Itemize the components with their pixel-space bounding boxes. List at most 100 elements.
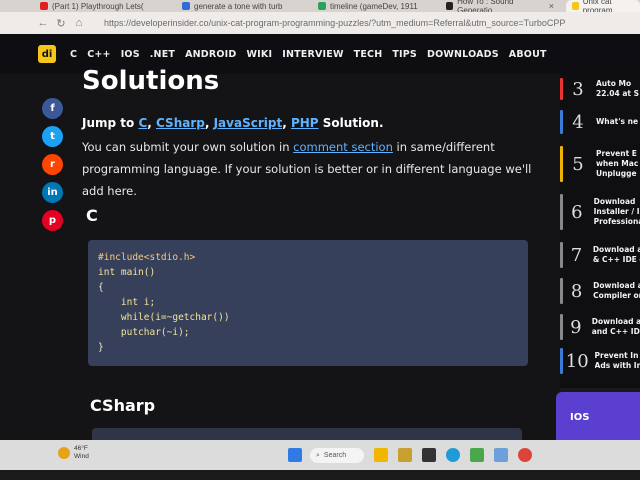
code-line: int main() [98,267,156,278]
post-title: Download a Compiler on [593,281,640,301]
tab-label: How To : Sound Generatio [457,0,514,12]
post-title-line: Unplugge [596,169,637,178]
windows-start-icon[interactable] [288,448,302,462]
jump-link-javascript[interactable]: JavaScript [214,116,283,130]
nav-link-wiki[interactable]: WIKI [247,49,273,60]
code-line: int i; [98,297,156,308]
post-title-line: Prevent In [594,351,639,360]
sidebar-post[interactable]: 3 Auto Mo 22.04 at S [560,76,640,102]
intro-paragraph: You can submit your own solution in comm… [82,136,532,202]
nav-link-android[interactable]: ANDROID [185,49,236,60]
search-label: Search [323,452,347,459]
terminal-icon[interactable] [422,448,436,462]
sidebar-post[interactable]: 8 Download a Compiler on [560,276,640,306]
social-share-bar: f t r in p [42,98,63,231]
app-icon[interactable] [494,448,508,462]
browser-tab[interactable]: How To : Sound Generatio × [440,0,560,12]
code-line: putchar(~i); [98,327,190,338]
sheets-favicon-icon [318,2,326,10]
site-favicon-icon [446,2,454,10]
post-title: Auto Mo 22.04 at S [596,79,639,99]
jump-link-php[interactable]: PHP [291,116,319,130]
site-favicon-icon [572,2,579,10]
post-title-line: when Mac [596,159,639,168]
sidebar-accent [560,146,563,182]
nav-link-c[interactable]: C [70,49,77,60]
reddit-icon[interactable]: r [42,154,63,175]
post-title-line: Download an [591,317,640,326]
sidebar-accent [560,194,563,230]
facebook-icon[interactable]: f [42,98,63,119]
jump-link-csharp[interactable]: CSharp [156,116,205,130]
twitter-icon[interactable]: t [42,126,63,147]
post-title-line: 22.04 at S [596,89,639,98]
browser-tab-active[interactable]: Unix cat program [566,0,640,12]
app-icon[interactable] [398,448,412,462]
sidebar-post[interactable]: 5 Prevent Ewhen Mac Unplugge [560,144,640,184]
post-title: What's ne [596,117,638,127]
back-arrow-icon[interactable]: ← [34,17,52,29]
nav-link-tech[interactable]: TECH [354,49,383,60]
windows-taskbar: 46°F Wind ⌕ Search [0,440,640,470]
weather-widget[interactable]: 46°F Wind [58,445,89,461]
post-title: Prevent Ewhen Mac Unplugge [596,149,638,179]
file-explorer-icon[interactable] [374,448,388,462]
post-title: Download Installer / I Professiona [594,197,640,227]
post-title-line: Auto Mo [596,79,632,88]
nav-link-ios[interactable]: IOS [121,49,140,60]
youtube-favicon-icon [40,2,48,10]
sidebar-accent [560,314,563,340]
nav-link-downloads[interactable]: DOWNLOADS [427,49,499,60]
address-bar: ← ↻ ⌂ https://developerinsider.co/unix-c… [0,12,640,34]
sidebar-post[interactable]: 7 Download a & C++ IDE o [560,240,640,270]
search-favicon-icon [182,2,190,10]
code-line: #include<stdio.h> [98,252,196,263]
pinterest-icon[interactable]: p [42,210,63,231]
nav-links: C C++ IOS .NET ANDROID WIKI INTERVIEW TE… [70,49,547,60]
nav-link-interview[interactable]: INTERVIEW [282,49,343,60]
edge-browser-icon[interactable] [446,448,460,462]
nav-link-tips[interactable]: TIPS [392,49,417,60]
jump-link-c[interactable]: C [138,116,147,130]
post-title-line: Professiona [593,217,640,226]
ios-category-card[interactable]: IOS [556,392,640,442]
home-icon[interactable]: ⌂ [70,17,88,29]
nav-link-dotnet[interactable]: .NET [150,49,175,60]
app-icon[interactable] [470,448,484,462]
sidebar-post[interactable]: 6 Download Installer / I Professiona [560,192,640,232]
nav-link-about[interactable]: ABOUT [509,49,547,60]
tab-label: (Part 1) Playthrough Lets( [52,1,144,11]
post-title-line: and C++ IDE [591,327,640,336]
comment-section-link[interactable]: comment section [293,140,393,154]
tab-label: timeline (gameDev, 1911 [330,1,418,11]
linkedin-icon[interactable]: in [42,182,63,203]
weather-icon [58,447,70,459]
section-heading-c: C [86,206,98,225]
sidebar-accent [560,278,563,304]
weather-condition: Wind [74,453,89,460]
sidebar-accent [560,348,563,374]
tab-label: generate a tone with turb [194,1,283,11]
taskbar-search[interactable]: ⌕ Search [310,448,364,463]
url-field[interactable]: https://developerinsider.co/unix-cat-pro… [104,18,565,28]
post-title-line: Download a [592,245,640,254]
post-title-line: Installer / I [593,207,640,216]
post-rank: 10 [565,350,589,372]
sidebar-post[interactable]: 9 Download anand C++ IDE [560,312,640,342]
site-logo[interactable]: di [38,45,56,63]
browser-tab[interactable]: generate a tone with turb [176,0,302,12]
refresh-icon[interactable]: ↻ [52,17,70,30]
browser-tab[interactable]: timeline (gameDev, 1911 [312,0,432,12]
code-line: } [98,342,104,353]
browser-tab[interactable]: (Part 1) Playthrough Lets( [34,0,164,12]
popular-posts-sidebar: 3 Auto Mo 22.04 at S 4 What's ne 5 Preven… [560,74,640,388]
close-tab-icon[interactable]: × [549,1,554,11]
browser-tab-strip: (Part 1) Playthrough Lets( generate a to… [0,0,640,12]
post-rank: 3 [572,78,584,100]
sidebar-post[interactable]: 4 What's ne [560,108,640,136]
sidebar-post[interactable]: 10 Prevent In Ads with In [560,346,640,376]
code-content: #include<stdio.h> int main() { int i; wh… [98,250,518,355]
nav-link-cpp[interactable]: C++ [87,49,111,60]
chrome-icon[interactable] [518,448,532,462]
post-rank: 9 [570,316,582,338]
